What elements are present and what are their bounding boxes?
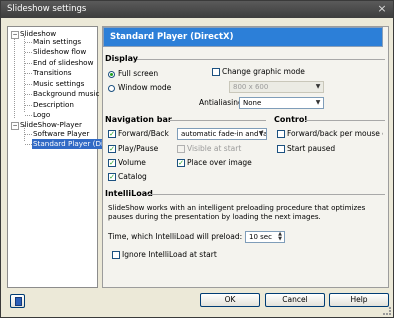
transition-select[interactable]: automatic fade-in and fade-▼ — [177, 128, 267, 140]
tree-item-main-settings[interactable]: Main settings — [33, 37, 81, 47]
visible-start-label: Visible at start — [187, 144, 242, 153]
ignore-intelliload-label: Ignore IntelliLoad at start — [122, 250, 217, 259]
antialiasing-select[interactable]: None ▼ — [239, 97, 324, 109]
divider — [167, 120, 266, 121]
mouse-click-checkbox[interactable] — [277, 130, 285, 138]
chevron-down-icon: ▼ — [258, 130, 264, 137]
ignore-intelliload-checkbox[interactable] — [112, 251, 120, 259]
settings-window: Slideshow settings × − Slideshow Main se… — [0, 0, 394, 318]
resize-grip-icon[interactable] — [383, 307, 391, 315]
window-title: Slideshow settings — [7, 4, 87, 14]
tree-item-slideshow-flow[interactable]: Slideshow flow — [33, 47, 86, 57]
divider — [148, 194, 385, 195]
play-pause-label: Play/Pause — [118, 144, 159, 153]
catalog-checkbox[interactable]: ✓ — [108, 173, 116, 181]
tree-item-description[interactable]: Description — [33, 100, 74, 110]
resolution-select[interactable]: 800 x 600 ▼ — [229, 81, 324, 93]
divider — [137, 59, 385, 60]
chevron-down-icon: ▼ — [315, 99, 321, 106]
tree-line — [24, 36, 25, 112]
tree-item-software-player[interactable]: Software Player — [33, 129, 89, 139]
chevron-down-icon: ▼ — [315, 83, 321, 90]
page-title: Standard Player (DirectX) — [103, 27, 383, 47]
start-paused-label: Start paused — [287, 144, 336, 153]
intelliload-description: SlideShow works with an intelligent prel… — [108, 203, 366, 221]
catalog-label: Catalog — [118, 172, 147, 181]
forward-back-label: Forward/Back — [118, 129, 169, 138]
volume-label: Volume — [118, 158, 146, 167]
place-over-checkbox[interactable]: ✓ — [177, 159, 185, 167]
intelliload-header: IntelliLoad — [105, 189, 153, 198]
preload-time-label: Time, which IntelliLoad will preload: — [108, 232, 243, 241]
forward-back-checkbox[interactable]: ✓ — [108, 130, 116, 138]
display-header: Display — [105, 54, 138, 63]
resolution-value: 800 x 600 — [233, 83, 269, 91]
window-mode-label: Window mode — [118, 83, 172, 92]
volume-checkbox[interactable]: ✓ — [108, 159, 116, 167]
mouse-click-label: Forward/back per mouse click — [287, 129, 383, 138]
preload-time-spinner[interactable]: 10 sec ▲ ▼ — [245, 231, 285, 243]
navbar-header: Navigation bar — [105, 115, 172, 124]
settings-panel — [102, 26, 389, 288]
tree-item-logo[interactable]: Logo — [33, 110, 50, 120]
help-button[interactable]: Help — [329, 293, 389, 307]
settings-tree[interactable]: − Slideshow Main settings Slideshow flow… — [7, 26, 111, 288]
book-icon[interactable] — [10, 294, 25, 308]
window-mode-radio[interactable] — [108, 85, 115, 92]
transition-value: automatic fade-in and fade- — [181, 130, 267, 138]
ok-button[interactable]: OK — [200, 293, 260, 307]
fullscreen-label: Full screen — [118, 69, 159, 78]
collapse-icon[interactable]: − — [11, 122, 19, 130]
play-pause-checkbox[interactable]: ✓ — [108, 145, 116, 153]
tree-item-music-settings[interactable]: Music settings — [33, 79, 84, 89]
visible-start-checkbox[interactable] — [177, 145, 185, 153]
preload-time-value: 10 sec — [249, 233, 272, 241]
antialiasing-value: None — [243, 99, 262, 107]
start-paused-checkbox[interactable] — [277, 145, 285, 153]
control-header: Control — [274, 115, 308, 124]
tree-item-standard-player[interactable]: Standard Player (Di... — [32, 139, 111, 149]
spin-down-icon[interactable]: ▼ — [277, 237, 283, 242]
collapse-icon[interactable]: − — [11, 31, 19, 39]
title-bar[interactable]: Slideshow settings × — [1, 1, 393, 18]
tree-item-transitions[interactable]: Transitions — [33, 68, 72, 78]
cancel-button[interactable]: Cancel — [265, 293, 325, 307]
divider — [305, 120, 385, 121]
tree-item-background-music[interactable]: Background music — [33, 89, 99, 99]
change-graphic-checkbox[interactable] — [212, 68, 220, 76]
tree-item-end-of-slideshow[interactable]: End of slideshow — [33, 58, 93, 68]
place-over-label: Place over image — [187, 158, 252, 167]
tree-line — [14, 35, 15, 118]
change-graphic-label: Change graphic mode — [222, 67, 305, 76]
close-icon[interactable]: × — [375, 2, 389, 16]
fullscreen-radio[interactable] — [108, 71, 115, 78]
